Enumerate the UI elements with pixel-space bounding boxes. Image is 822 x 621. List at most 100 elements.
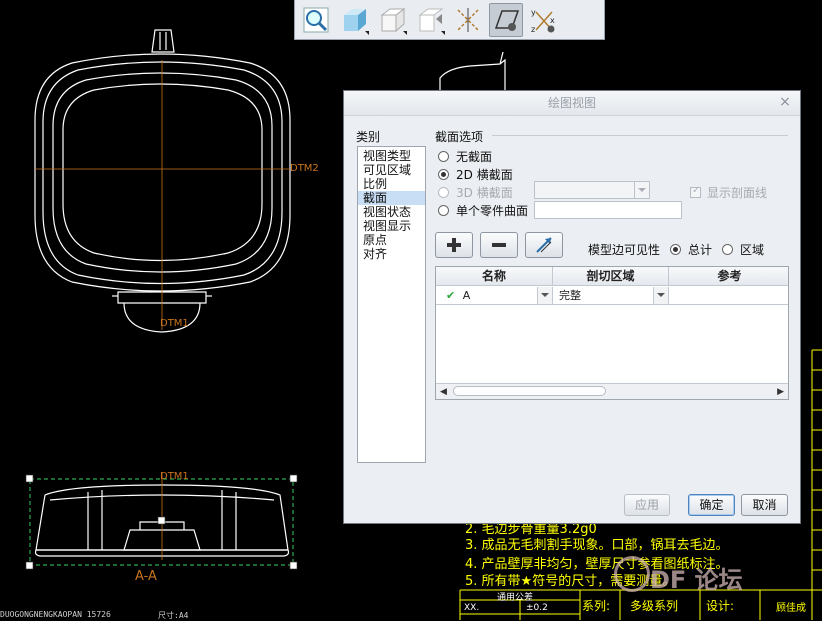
cancel-button[interactable]: 取消 xyxy=(741,494,788,516)
note-3: 3. 成品无毛刺割手现象。口部，锅耳去毛边。 xyxy=(465,538,729,553)
no-hidden-cube-icon xyxy=(418,8,444,31)
radio-single-part-surface[interactable]: 单个零件曲面 xyxy=(438,202,528,219)
section-view xyxy=(25,472,298,570)
shaded-cube-icon xyxy=(344,8,366,31)
svg-text:x: x xyxy=(550,16,555,25)
section-name: A xyxy=(462,289,471,302)
datum-label-dtm1: DTM1 xyxy=(160,318,189,329)
svg-text:y: y xyxy=(531,8,536,17)
table-row[interactable]: ✔ A xyxy=(436,287,553,305)
title-designer-value: 顾佳成 xyxy=(776,603,806,614)
cut-area-cell[interactable]: 完整 xyxy=(553,287,669,305)
radio-icon xyxy=(438,151,449,162)
category-origin[interactable]: 原点 xyxy=(358,233,425,247)
datum-axes-icon xyxy=(457,7,479,32)
flip-section-button[interactable] xyxy=(525,232,563,258)
category-view-display[interactable]: 视图显示 xyxy=(358,219,425,233)
datum-plane-icon xyxy=(494,9,520,31)
pot-top-view xyxy=(34,29,291,333)
radio-single-part-label: 单个零件曲面 xyxy=(456,204,529,218)
radio-no-section-label: 无截面 xyxy=(456,150,493,164)
section-table: 名称 剖切区域 参考 ✔ A 完整 ◀ ▶ xyxy=(435,266,789,400)
3d-section-select xyxy=(534,181,650,199)
zoom-icon xyxy=(303,7,329,32)
categories-label: 类别 xyxy=(356,130,381,144)
tolerance-title: 通用公差 xyxy=(497,593,534,603)
column-header-name[interactable]: 名称 xyxy=(436,267,553,286)
radio-selected-icon xyxy=(438,169,449,180)
flip-arrow-icon xyxy=(536,237,552,253)
drawing-view-dialog: 绘图视图 × 类别 视图类型 可见区域 比例 截面 视图状态 视图显示 原点 对… xyxy=(343,90,801,524)
title-designer-label: 设计: xyxy=(706,599,735,613)
datum-plane-toggle[interactable] xyxy=(489,2,523,37)
scroll-left-icon[interactable]: ◀ xyxy=(440,387,447,397)
category-visible-area[interactable]: 可见区域 xyxy=(358,163,425,177)
radio-icon xyxy=(438,187,449,198)
tolerance-xx: XX. xyxy=(464,603,480,613)
datum-axes xyxy=(35,60,290,330)
datum-axes-toggle[interactable] xyxy=(451,3,485,37)
cut-area-value: 完整 xyxy=(559,289,581,302)
model-edge-visibility-label: 模型边可见性 xyxy=(588,243,661,257)
section-label: A-A xyxy=(135,569,157,584)
csys-icon: y x z xyxy=(531,8,555,34)
chevron-down-icon[interactable] xyxy=(537,287,552,304)
group-divider xyxy=(492,135,788,136)
radio-3d-section-label: 3D 横截面 xyxy=(456,186,513,200)
remove-section-button[interactable] xyxy=(480,232,518,258)
scrollbar-thumb[interactable] xyxy=(453,386,606,396)
radio-area-label: 区域 xyxy=(740,243,765,257)
title-series-label: 系列: xyxy=(582,599,611,613)
show-xhatch-label: 显示剖面线 xyxy=(707,186,768,200)
category-view-type[interactable]: 视图类型 xyxy=(358,149,425,163)
shaded-display-button[interactable] xyxy=(337,3,371,37)
tolerance-value: ±0.2 xyxy=(526,603,548,613)
reference-cell[interactable] xyxy=(669,287,788,305)
scroll-right-icon[interactable]: ▶ xyxy=(777,387,784,397)
ok-button[interactable]: 确定 xyxy=(688,494,735,516)
apply-button[interactable]: 应用 xyxy=(624,494,670,516)
hidden-line-cube-icon xyxy=(380,7,406,32)
radio-3d-section: 3D 横截面 xyxy=(438,184,513,201)
radio-2d-section[interactable]: 2D 横截面 xyxy=(438,166,513,183)
datum-label-dtm2: DTM2 xyxy=(290,163,319,174)
chevron-down-icon xyxy=(634,182,649,198)
no-hidden-button[interactable] xyxy=(413,3,447,37)
single-part-surface-input[interactable] xyxy=(534,201,682,219)
column-header-cut-area[interactable]: 剖切区域 xyxy=(553,267,669,286)
plus-icon xyxy=(447,238,461,252)
svg-text:z: z xyxy=(531,25,535,34)
datum-label-dtm1-section: DTM1 xyxy=(160,471,189,482)
chevron-down-icon[interactable] xyxy=(653,287,668,304)
add-section-button[interactable] xyxy=(435,232,473,258)
dropdown-arrow-icon xyxy=(403,30,407,35)
radio-total-label: 总计 xyxy=(688,243,713,257)
radio-2d-section-label: 2D 横截面 xyxy=(456,168,513,182)
model-name: DUOGONGNENGKAOPAN 15726 xyxy=(0,610,111,619)
close-icon[interactable]: × xyxy=(778,95,792,109)
dropdown-arrow-icon xyxy=(441,30,445,35)
minus-icon xyxy=(492,243,506,247)
model-edge-visibility: 模型边可见性 总计 区域 xyxy=(588,241,764,258)
hidden-line-button[interactable] xyxy=(375,3,409,37)
dialog-title: 绘图视图 xyxy=(344,91,800,116)
show-xhatch-checkbox: 显示剖面线 xyxy=(690,184,767,201)
watermark-text: DF 论坛 xyxy=(650,566,743,594)
watermark-logo-icon xyxy=(614,556,650,592)
category-sections[interactable]: 截面 xyxy=(358,191,425,205)
category-alignment[interactable]: 对齐 xyxy=(358,247,425,261)
radio-total[interactable] xyxy=(670,244,682,255)
radio-icon xyxy=(438,205,449,216)
horizontal-scrollbar[interactable]: ◀ ▶ xyxy=(436,383,788,399)
category-scale[interactable]: 比例 xyxy=(358,177,425,191)
category-view-states[interactable]: 视图状态 xyxy=(358,205,425,219)
column-header-reference[interactable]: 参考 xyxy=(669,267,788,286)
check-icon: ✔ xyxy=(446,289,456,302)
radio-no-section[interactable]: 无截面 xyxy=(438,148,492,165)
category-list: 视图类型 可见区域 比例 截面 视图状态 视图显示 原点 对齐 xyxy=(357,146,426,463)
section-options-label: 截面选项 xyxy=(435,130,484,144)
side-view-partial xyxy=(439,51,506,92)
csys-toggle[interactable]: y x z xyxy=(527,3,561,37)
radio-area[interactable] xyxy=(722,244,734,255)
zoom-button[interactable] xyxy=(299,3,333,37)
